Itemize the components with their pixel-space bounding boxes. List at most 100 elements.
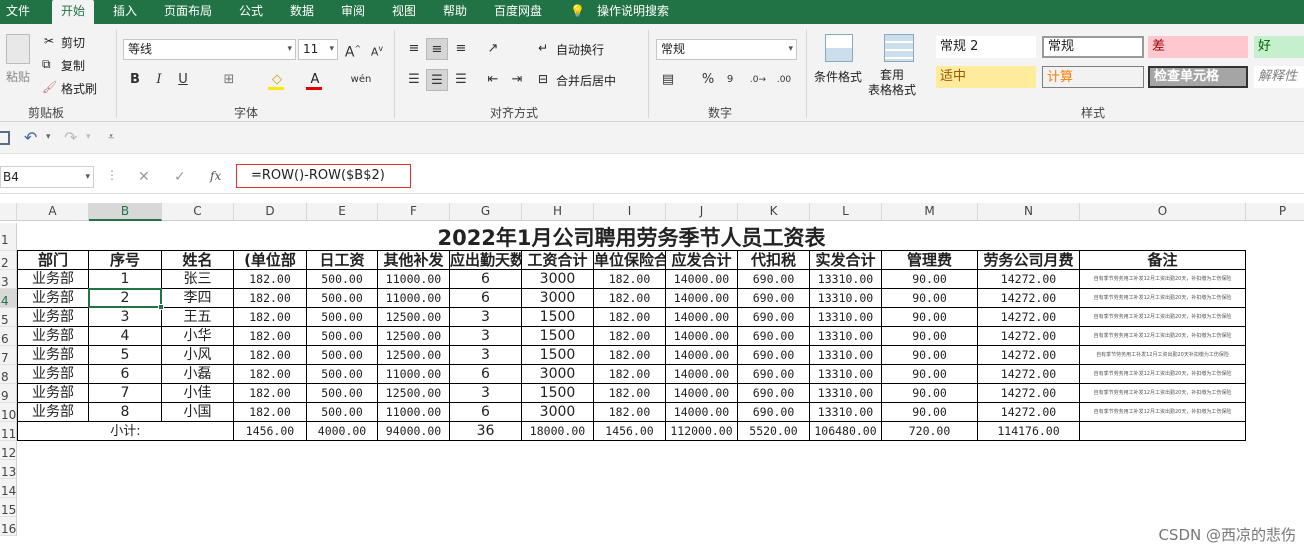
column-header[interactable]: J bbox=[666, 203, 738, 221]
data-cell[interactable]: 14272.00 bbox=[978, 346, 1080, 365]
data-cell[interactable]: 小华 bbox=[162, 327, 234, 346]
data-cell[interactable]: 13310.00 bbox=[810, 289, 882, 308]
row-header[interactable]: 1 bbox=[0, 223, 17, 251]
row-header[interactable]: 4 bbox=[0, 289, 17, 308]
data-cell[interactable]: 1 bbox=[89, 270, 162, 289]
data-cell[interactable]: 12500.00 bbox=[378, 384, 450, 403]
header-cell[interactable]: (单位部 bbox=[234, 251, 307, 270]
data-cell[interactable]: 11000.00 bbox=[378, 289, 450, 308]
data-cell[interactable]: 业务部 bbox=[17, 365, 89, 384]
data-cell[interactable]: 182.00 bbox=[594, 403, 666, 422]
header-cell[interactable]: 部门 bbox=[17, 251, 89, 270]
data-cell[interactable]: 500.00 bbox=[307, 289, 378, 308]
data-cell[interactable]: 14000.00 bbox=[666, 346, 738, 365]
data-cell[interactable]: 182.00 bbox=[234, 327, 307, 346]
data-cell[interactable]: 1500 bbox=[522, 308, 594, 327]
header-cell[interactable]: 备注 bbox=[1080, 251, 1246, 270]
subtotal-cell[interactable]: 720.00 bbox=[882, 422, 978, 441]
column-header[interactable]: D bbox=[234, 203, 307, 221]
data-cell[interactable]: 12500.00 bbox=[378, 327, 450, 346]
data-cell[interactable]: 1500 bbox=[522, 327, 594, 346]
data-cell[interactable]: 3 bbox=[450, 308, 522, 327]
data-cell[interactable]: 14000.00 bbox=[666, 403, 738, 422]
data-cell[interactable]: 500.00 bbox=[307, 365, 378, 384]
data-cell[interactable]: 14000.00 bbox=[666, 327, 738, 346]
header-cell[interactable]: 代扣税 bbox=[738, 251, 810, 270]
row-header[interactable]: 10 bbox=[0, 403, 17, 422]
data-cell[interactable]: 500.00 bbox=[307, 346, 378, 365]
subtotal-cell[interactable]: 112000.00 bbox=[666, 422, 738, 441]
data-cell[interactable]: 90.00 bbox=[882, 308, 978, 327]
data-cell[interactable]: 182.00 bbox=[234, 308, 307, 327]
data-cell[interactable]: 业务部 bbox=[17, 289, 89, 308]
column-header[interactable]: B bbox=[89, 203, 162, 221]
data-cell[interactable]: 90.00 bbox=[882, 270, 978, 289]
column-header[interactable]: M bbox=[882, 203, 978, 221]
row-header[interactable]: 8 bbox=[0, 365, 17, 384]
data-cell[interactable]: 90.00 bbox=[882, 384, 978, 403]
data-cell[interactable]: 8 bbox=[89, 403, 162, 422]
data-cell[interactable]: 14272.00 bbox=[978, 365, 1080, 384]
column-header[interactable]: A bbox=[17, 203, 89, 221]
data-cell[interactable]: 6 bbox=[450, 403, 522, 422]
data-cell[interactable]: 3 bbox=[89, 308, 162, 327]
data-cell[interactable]: 13310.00 bbox=[810, 384, 882, 403]
data-cell[interactable]: 182.00 bbox=[594, 289, 666, 308]
column-header[interactable]: O bbox=[1080, 203, 1246, 221]
data-cell[interactable]: 14272.00 bbox=[978, 384, 1080, 403]
note-cell[interactable]: 自有季节劳务用工补发12月工资出勤20天，补扣缴为工伤保险 bbox=[1080, 270, 1246, 289]
data-cell[interactable]: 11000.00 bbox=[378, 365, 450, 384]
data-cell[interactable]: 500.00 bbox=[307, 308, 378, 327]
data-cell[interactable]: 3 bbox=[450, 327, 522, 346]
data-cell[interactable]: 14272.00 bbox=[978, 327, 1080, 346]
fill-handle[interactable] bbox=[158, 304, 164, 310]
row-header[interactable]: 5 bbox=[0, 308, 17, 327]
data-cell[interactable]: 90.00 bbox=[882, 365, 978, 384]
data-cell[interactable]: 6 bbox=[450, 365, 522, 384]
data-cell[interactable]: 小佳 bbox=[162, 384, 234, 403]
subtotal-cell[interactable]: 94000.00 bbox=[378, 422, 450, 441]
data-cell[interactable]: 182.00 bbox=[234, 270, 307, 289]
select-all-corner[interactable] bbox=[0, 203, 17, 221]
data-cell[interactable]: 3000 bbox=[522, 365, 594, 384]
column-header[interactable]: F bbox=[378, 203, 450, 221]
header-cell[interactable]: 姓名 bbox=[162, 251, 234, 270]
data-cell[interactable]: 14272.00 bbox=[978, 270, 1080, 289]
data-cell[interactable]: 小国 bbox=[162, 403, 234, 422]
data-cell[interactable]: 690.00 bbox=[738, 365, 810, 384]
column-header[interactable]: I bbox=[594, 203, 666, 221]
row-header[interactable]: 12 bbox=[0, 441, 17, 460]
data-cell[interactable]: 1500 bbox=[522, 346, 594, 365]
data-cell[interactable]: 业务部 bbox=[17, 384, 89, 403]
data-cell[interactable]: 13310.00 bbox=[810, 346, 882, 365]
header-cell[interactable]: 工资合计 bbox=[522, 251, 594, 270]
data-cell[interactable]: 14272.00 bbox=[978, 308, 1080, 327]
data-cell[interactable]: 182.00 bbox=[234, 289, 307, 308]
data-cell[interactable]: 王五 bbox=[162, 308, 234, 327]
header-cell[interactable]: 劳务公司月费 bbox=[978, 251, 1080, 270]
note-cell[interactable]: 自有季节劳务用工补发12月工资出勤20天，补扣缴为工伤保险 bbox=[1080, 384, 1246, 403]
data-cell[interactable]: 11000.00 bbox=[378, 270, 450, 289]
data-cell[interactable]: 14000.00 bbox=[666, 365, 738, 384]
header-cell[interactable]: 应出勤天数 bbox=[450, 251, 522, 270]
note-cell[interactable]: 自有季节劳务用工补发12月工资出勤20天，补扣缴为工伤保险 bbox=[1080, 365, 1246, 384]
header-cell[interactable]: 应发合计 bbox=[666, 251, 738, 270]
data-cell[interactable]: 14000.00 bbox=[666, 289, 738, 308]
data-cell[interactable]: 13310.00 bbox=[810, 365, 882, 384]
data-cell[interactable]: 7 bbox=[89, 384, 162, 403]
data-cell[interactable]: 690.00 bbox=[738, 327, 810, 346]
data-cell[interactable]: 500.00 bbox=[307, 270, 378, 289]
data-cell[interactable]: 690.00 bbox=[738, 289, 810, 308]
row-header[interactable]: 3 bbox=[0, 270, 17, 289]
data-cell[interactable]: 90.00 bbox=[882, 327, 978, 346]
note-cell[interactable]: 自有季节劳务用工补发12月工资出勤20天，补扣缴为工伤保险 bbox=[1080, 289, 1246, 308]
data-cell[interactable]: 182.00 bbox=[594, 308, 666, 327]
data-cell[interactable]: 13310.00 bbox=[810, 308, 882, 327]
data-cell[interactable]: 690.00 bbox=[738, 384, 810, 403]
data-cell[interactable]: 500.00 bbox=[307, 403, 378, 422]
data-cell[interactable]: 14000.00 bbox=[666, 308, 738, 327]
note-cell[interactable]: 自有季节劳务用工补发12月工资出勤20天，补扣缴为工伤保险 bbox=[1080, 308, 1246, 327]
data-cell[interactable]: 张三 bbox=[162, 270, 234, 289]
subtotal-label[interactable]: 小计: bbox=[17, 422, 234, 441]
column-header[interactable]: E bbox=[307, 203, 378, 221]
